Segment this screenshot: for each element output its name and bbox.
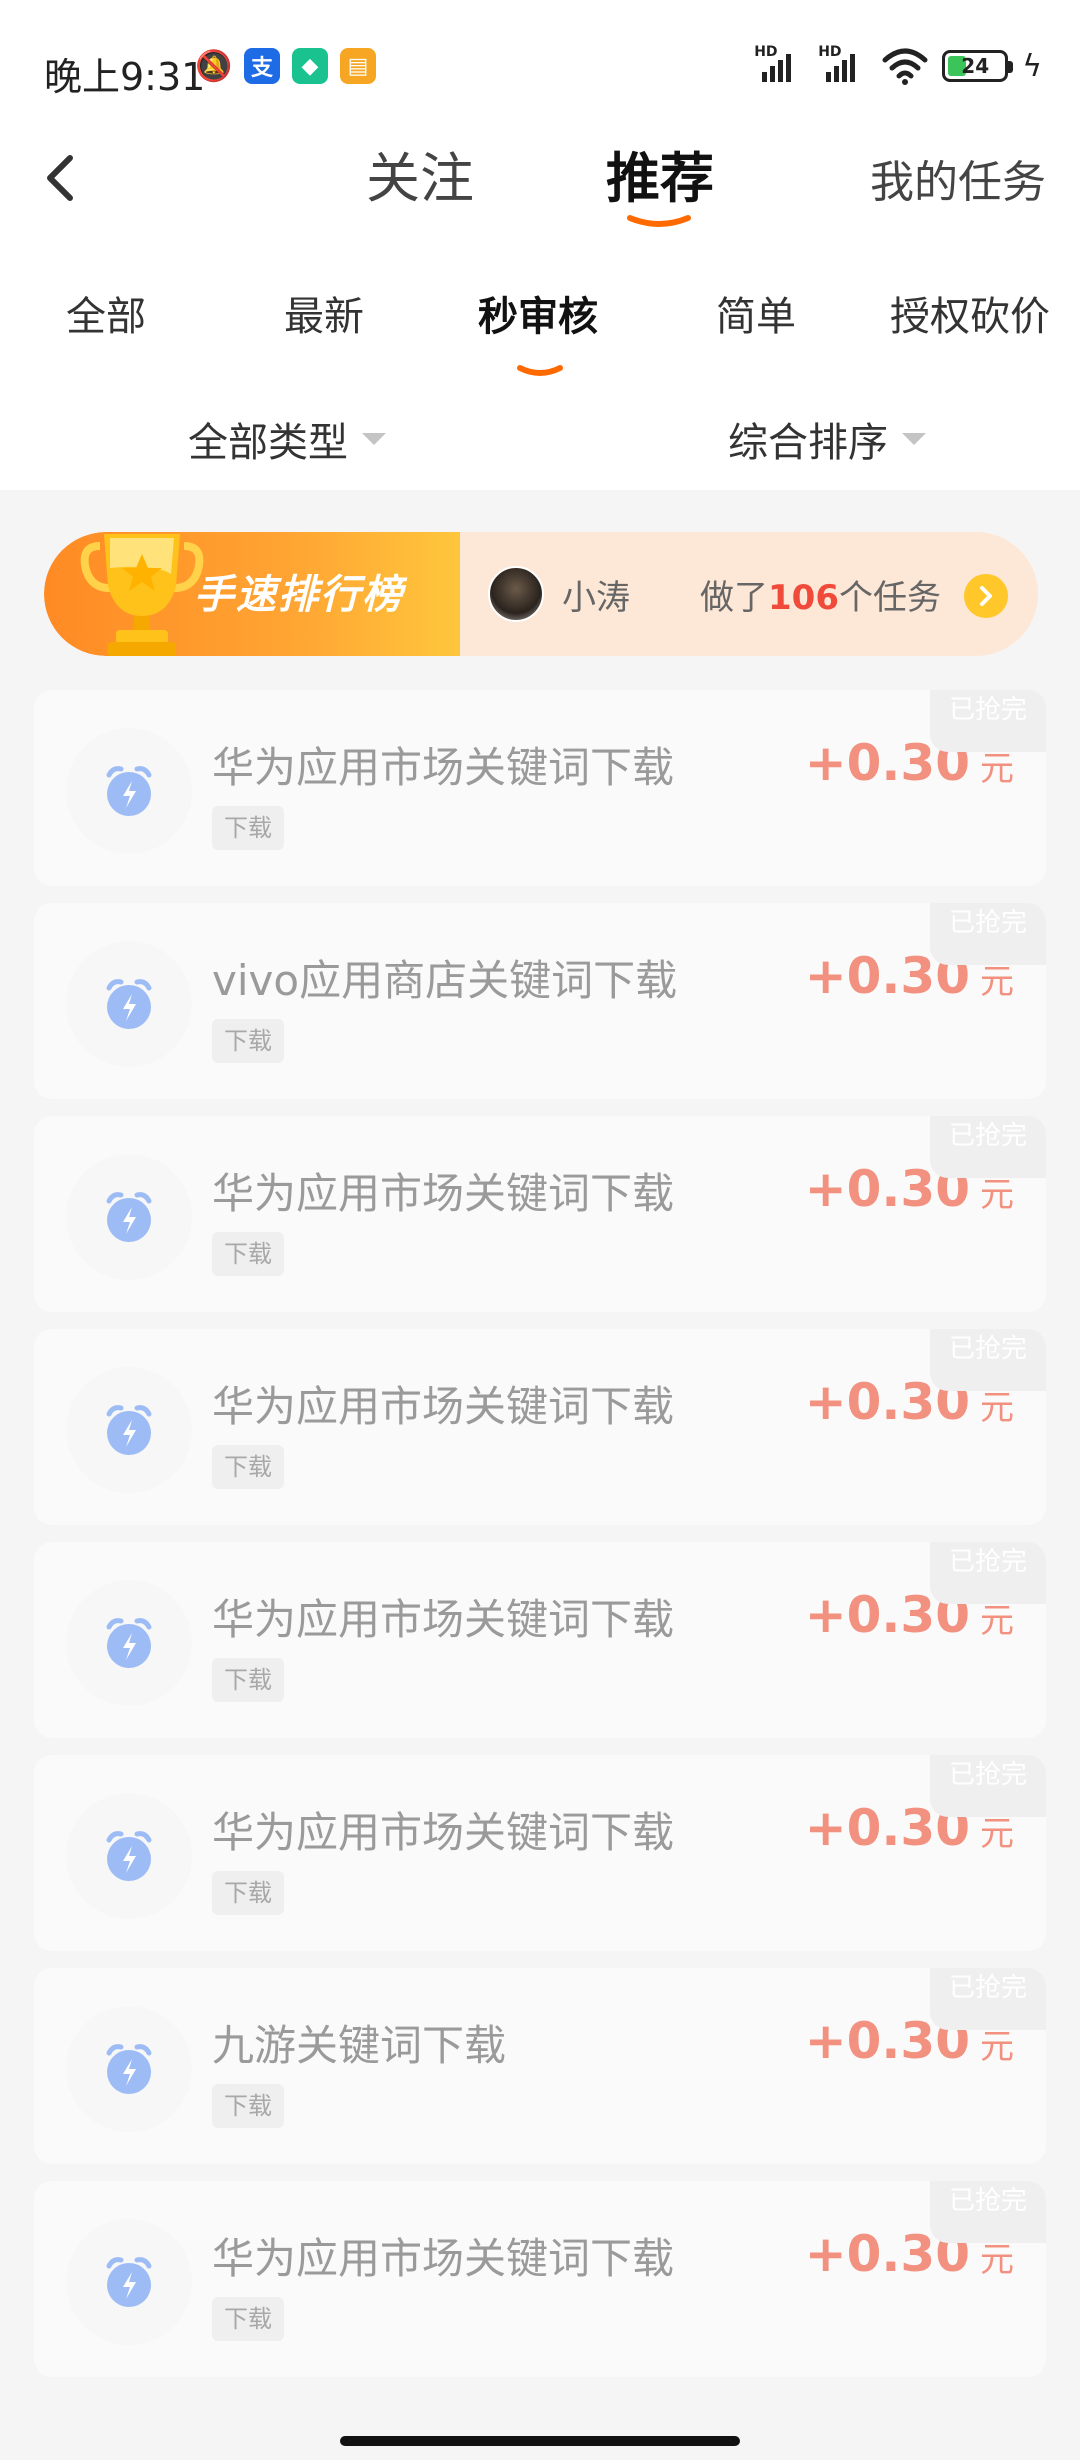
sold-out-badge: 已抢完 [930,690,1046,752]
wifi-icon [882,48,928,85]
type-filter-label: 全部类型 [188,420,348,466]
task-tag: 下载 [212,806,284,850]
signal-1-icon: HD [754,44,804,86]
task-title: 华为应用市场关键词下载 [212,1808,675,1857]
alarm-clock-icon [106,979,152,1029]
alarm-clock-icon [106,1831,152,1881]
task-title: 华为应用市场关键词下载 [212,1595,675,1644]
alarm-clock-icon [106,1192,152,1242]
avatar [488,566,544,622]
task-card[interactable]: 九游关键词下载 下载 +0.30 元 已抢完 [34,1968,1046,2164]
task-title: vivo应用商店关键词下载 [212,956,678,1005]
task-tag: 下载 [212,1445,284,1489]
sold-out-badge: 已抢完 [930,903,1046,965]
task-icon [66,1367,192,1493]
task-icon [66,728,192,854]
alarm-clock-icon [106,1405,152,1455]
sold-out-badge: 已抢完 [930,1968,1046,2030]
alarm-clock-icon [106,766,152,816]
alarm-clock-icon [106,2257,152,2307]
task-title: 华为应用市场关键词下载 [212,743,675,792]
filter-bar: 全部类型 综合排序 [0,410,1080,470]
alarm-clock-icon [106,2044,152,2094]
alarm-clock-icon [106,1618,152,1668]
task-card[interactable]: vivo应用商店关键词下载 下载 +0.30 元 已抢完 [34,903,1046,1099]
task-tag: 下载 [212,1871,284,1915]
active-category-indicator [517,365,563,376]
mute-bell-icon: 🔕 [195,48,233,84]
task-card[interactable]: 华为应用市场关键词下载 下载 +0.30 元 已抢完 [34,1116,1046,1312]
task-icon [66,2219,192,2345]
battery-level: 24 [961,54,990,78]
category-instant-review[interactable]: 秒审核 [478,284,598,342]
task-tag: 下载 [212,1019,284,1063]
sold-out-badge: 已抢完 [930,1755,1046,1817]
task-title: 华为应用市场关键词下载 [212,2234,675,2283]
task-card[interactable]: 华为应用市场关键词下载 下载 +0.30 元 已抢完 [34,1755,1046,1951]
my-tasks-link[interactable]: 我的任务 [870,146,1046,210]
charging-icon: ϟ [1022,48,1042,84]
category-all[interactable]: 全部 [66,284,146,342]
caret-down-icon [362,433,386,445]
chevron-right-icon [980,586,992,606]
category-latest[interactable]: 最新 [284,284,364,342]
task-icon [66,1793,192,1919]
category-simple[interactable]: 简单 [716,284,796,342]
ranking-user-name: 小涛 [562,578,630,618]
task-tag: 下载 [212,2084,284,2128]
sold-out-badge: 已抢完 [930,1116,1046,1178]
status-time: 晚上9:31 [44,55,206,99]
header: 关注 推荐 我的任务 [0,130,1080,230]
signal-2-icon: HD [818,44,868,86]
task-card[interactable]: 华为应用市场关键词下载 下载 +0.30 元 已抢完 [34,690,1046,886]
task-icon [66,1154,192,1280]
sold-out-badge: 已抢完 [930,2181,1046,2243]
message-app-icon: ▤ [340,48,376,84]
task-card[interactable]: 华为应用市场关键词下载 下载 +0.30 元 已抢完 [34,2181,1046,2377]
alipay-icon: 支 [244,48,280,84]
trophy-icon [80,534,204,656]
tab-recommend[interactable]: 推荐 [606,134,714,213]
notification-icons: 🔕 支 ◆ ▤ [195,48,376,84]
sort-filter-label: 综合排序 [728,420,888,466]
speed-ranking-banner[interactable]: 手速排行榜 小涛 做了106个任务 [44,532,1038,656]
ranking-title: 手速排行榜 [194,572,404,618]
task-icon [66,941,192,1067]
sort-filter-dropdown[interactable]: 综合排序 [728,410,926,468]
task-tag: 下载 [212,2297,284,2341]
tab-follow[interactable]: 关注 [366,134,474,213]
task-card[interactable]: 华为应用市场关键词下载 下载 +0.30 元 已抢完 [34,1542,1046,1738]
category-auth-bargain[interactable]: 授权砍价 [890,284,1050,342]
category-tabs: 全部 最新 秒审核 简单 授权砍价 [0,284,1080,376]
sold-out-badge: 已抢完 [930,1329,1046,1391]
task-icon [66,1580,192,1706]
home-indicator[interactable] [340,2436,740,2446]
task-title: 华为应用市场关键词下载 [212,1382,675,1431]
active-tab-indicator [627,215,691,227]
chevron-left-icon [47,155,73,201]
sold-out-badge: 已抢完 [930,1542,1046,1604]
task-title: 九游关键词下载 [212,2021,507,2070]
task-icon [66,2006,192,2132]
system-icons: HD HD 24 ϟ [754,44,1042,86]
task-tag: 下载 [212,1232,284,1276]
caret-down-icon [902,433,926,445]
battery-icon: 24 [942,50,1014,82]
ranking-task-count: 106 [768,578,839,618]
back-button[interactable] [34,142,86,214]
task-title: 华为应用市场关键词下载 [212,1169,675,1218]
status-bar: 晚上9:31 🔕 支 ◆ ▤ HD HD 24 ϟ [0,40,1080,100]
task-card[interactable]: 华为应用市场关键词下载 下载 +0.30 元 已抢完 [34,1329,1046,1525]
ranking-arrow-button[interactable] [964,574,1008,618]
ranking-task-count-text: 做了106个任务 [700,578,941,618]
type-filter-dropdown[interactable]: 全部类型 [188,410,386,468]
task-list: 华为应用市场关键词下载 下载 +0.30 元 已抢完 vivo应用商店关键词下载… [34,690,1046,2394]
shield-app-icon: ◆ [292,48,328,84]
task-tag: 下载 [212,1658,284,1702]
